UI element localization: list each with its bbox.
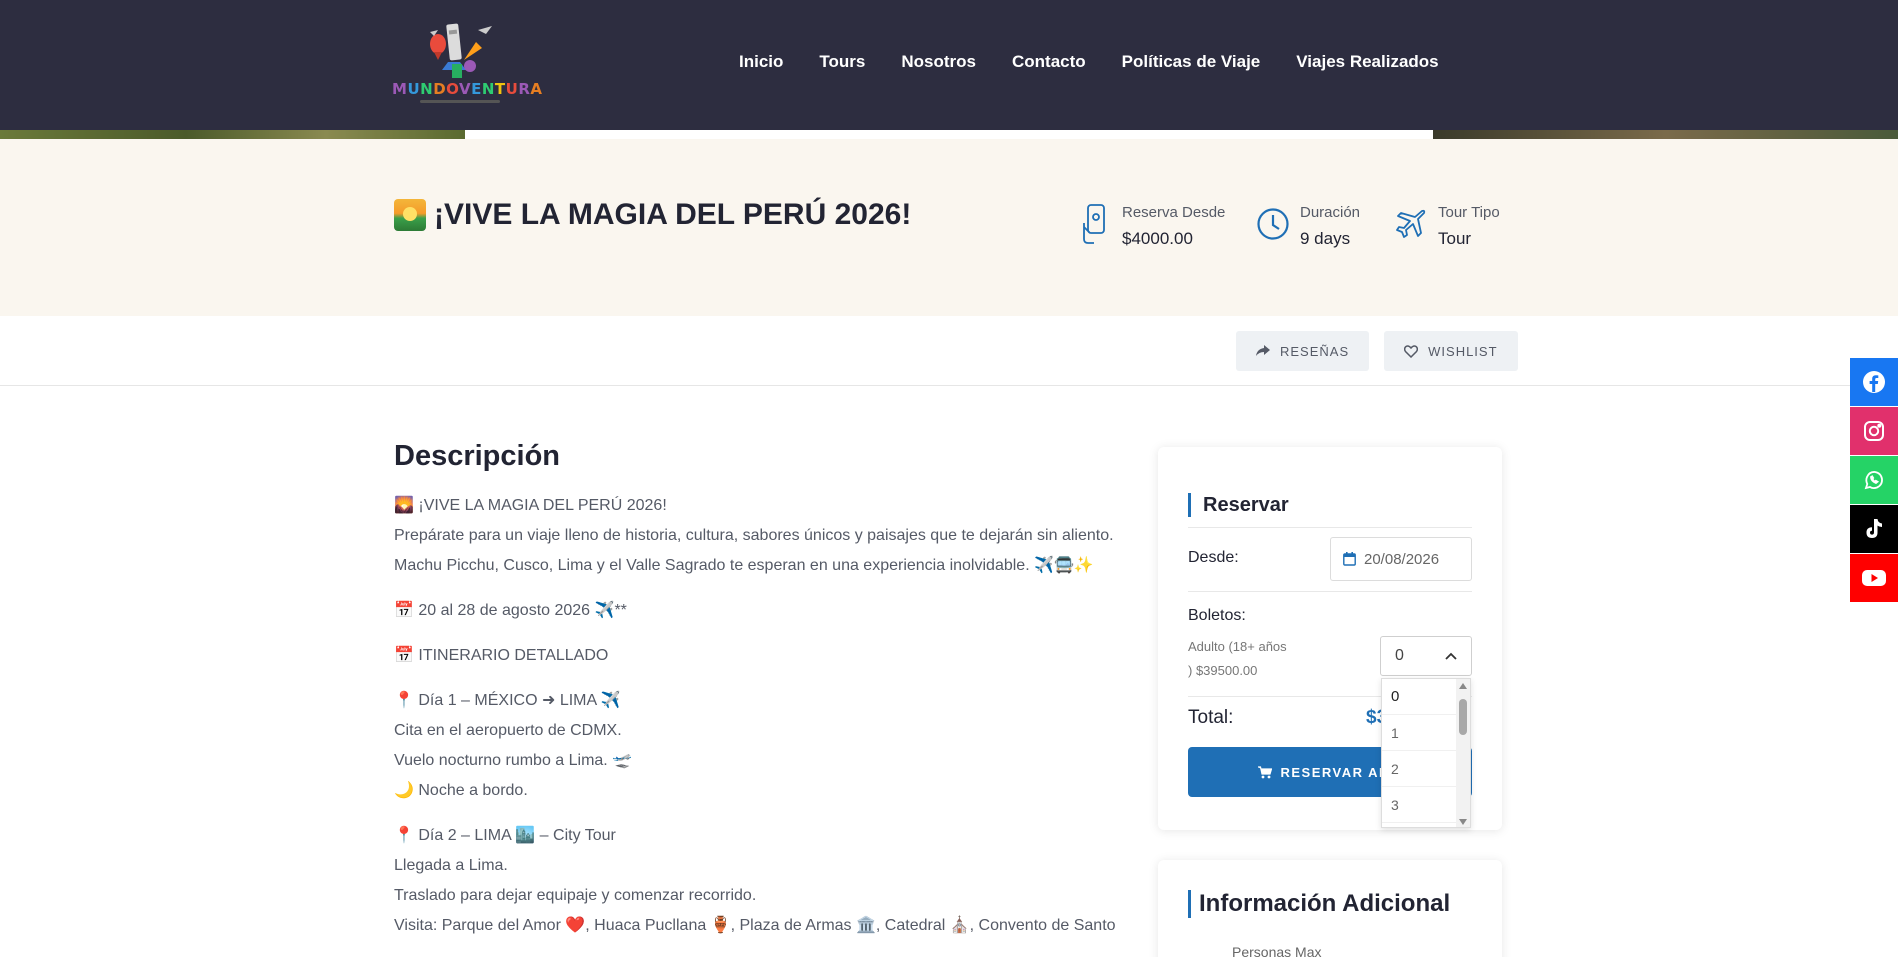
additional-info-title: Información Adicional xyxy=(1188,890,1450,918)
description-line: 📅 ITINERARIO DETALLADO xyxy=(394,647,609,664)
calendar-icon xyxy=(1343,552,1356,566)
nav-inicio[interactable]: Inicio xyxy=(739,52,783,72)
total-label: Total: xyxy=(1188,707,1234,728)
ticket-description: Adulto (18+ años ) $39500.00 xyxy=(1188,635,1318,683)
chevron-up-icon xyxy=(1445,652,1457,660)
site-header: MUNDOVENTURA Inicio Tours Nosotros Conta… xyxy=(0,0,1898,130)
description-heading: Descripción xyxy=(394,440,560,472)
ticket-price: ) $39500.00 xyxy=(1188,663,1258,678)
tiktok-icon xyxy=(1866,519,1882,538)
description-line: 📍 Día 1 – MÉXICO ➜ LIMA ✈️ xyxy=(394,692,621,709)
description-line: Prepárate para un viaje lleno de histori… xyxy=(394,527,1114,544)
meta-label: Reserva Desde xyxy=(1122,204,1226,221)
description-line: Traslado para dejar equipaje y comenzar … xyxy=(394,887,757,904)
nav-contacto[interactable]: Contacto xyxy=(1012,52,1086,72)
ticket-qty-options: 0 1 2 3 xyxy=(1381,678,1471,828)
scroll-thumb[interactable] xyxy=(1459,699,1467,735)
instagram-icon xyxy=(1864,421,1884,441)
meta-price: Reserva Desde $4000.00 xyxy=(1078,204,1225,249)
clock-icon xyxy=(1256,204,1290,244)
tour-title-text: ¡VIVE LA MAGIA DEL PERÚ 2026! xyxy=(434,198,912,231)
booking-title: Reservar xyxy=(1188,493,1289,517)
scroll-up-icon[interactable] xyxy=(1459,683,1467,689)
description-line: 📅 20 al 28 de agosto 2026 ✈️** xyxy=(394,602,627,619)
instagram-link[interactable] xyxy=(1850,407,1898,455)
nav-nosotros[interactable]: Nosotros xyxy=(901,52,976,72)
meta-label: Tour Tipo xyxy=(1438,204,1500,221)
reviews-button-label: RESEÑAS xyxy=(1280,343,1350,359)
heart-icon xyxy=(1404,344,1419,358)
hero-image-strip-left xyxy=(0,130,465,139)
description-line: Cita en el aeropuerto de CDMX. xyxy=(394,722,622,739)
nav-viajes-realizados[interactable]: Viajes Realizados xyxy=(1296,52,1438,72)
description-section: Descripción 🌄 ¡VIVE LA MAGIA DEL PERÚ 20… xyxy=(394,440,1124,941)
meta-label: Duración xyxy=(1300,204,1361,221)
wishlist-button-label: WISHLIST xyxy=(1428,343,1498,359)
meta-tour-type: Tour Tipo Tour xyxy=(1394,204,1500,249)
logo-icon xyxy=(430,23,492,78)
description-line: Vuelo nocturno rumbo a Lima. 🛫 xyxy=(394,752,633,769)
tour-hero-band xyxy=(0,139,1898,316)
main-nav: Inicio Tours Nosotros Contacto Políticas… xyxy=(739,52,1475,72)
description-line: Llegada a Lima. xyxy=(394,857,508,874)
card-divider xyxy=(1188,527,1472,528)
ticket-type: Adulto (18+ años xyxy=(1188,639,1287,654)
sunrise-icon xyxy=(394,199,426,231)
tiktok-link[interactable] xyxy=(1850,505,1898,553)
meta-duration: Duración 9 days xyxy=(1256,204,1360,249)
section-divider xyxy=(0,385,1898,386)
youtube-icon xyxy=(1862,570,1886,586)
tour-actions: RESEÑAS WISHLIST xyxy=(1236,331,1518,371)
wishlist-button[interactable]: WISHLIST xyxy=(1384,331,1518,371)
nav-tours[interactable]: Tours xyxy=(819,52,865,72)
card-divider xyxy=(1188,591,1472,592)
additional-info-item: Personas Max xyxy=(1232,944,1322,957)
scroll-down-icon[interactable] xyxy=(1459,819,1467,825)
facebook-link[interactable] xyxy=(1850,358,1898,406)
additional-info-card: Información Adicional Personas Max xyxy=(1158,860,1502,957)
facebook-icon xyxy=(1863,371,1885,393)
description-line: 🌙 Noche a bordo. xyxy=(394,782,528,799)
site-logo[interactable]: MUNDOVENTURA xyxy=(392,20,542,108)
whatsapp-icon xyxy=(1864,471,1883,490)
dropdown-scrollbar[interactable] xyxy=(1456,679,1470,827)
hero-image-strip-right xyxy=(1433,130,1898,139)
meta-value: Tour xyxy=(1438,229,1472,248)
date-value: 20/08/2026 xyxy=(1364,550,1440,568)
description-line: Visita: Parque del Amor ❤️, Huaca Puclla… xyxy=(394,917,1116,934)
from-label: Desde: xyxy=(1188,549,1239,566)
whatsapp-link[interactable] xyxy=(1850,456,1898,504)
phone-hand-icon xyxy=(1078,204,1112,244)
logo-tagline xyxy=(420,100,500,103)
tickets-label: Boletos: xyxy=(1188,607,1246,624)
ticket-qty-value: 0 xyxy=(1395,647,1404,664)
description-line: Machu Picchu, Cusco, Lima y el Valle Sag… xyxy=(394,557,1094,574)
logo-wordmark: MUNDOVENTURA xyxy=(392,80,543,98)
cart-icon xyxy=(1258,765,1273,778)
meta-value: $4000.00 xyxy=(1122,229,1193,248)
nav-politicas[interactable]: Políticas de Viaje xyxy=(1122,52,1261,72)
hero-image-strip-mid xyxy=(465,130,1433,139)
share-icon xyxy=(1256,345,1270,356)
youtube-link[interactable] xyxy=(1850,554,1898,602)
plane-icon xyxy=(1394,204,1428,244)
date-field[interactable]: 20/08/2026 xyxy=(1330,537,1472,581)
reviews-button[interactable]: RESEÑAS xyxy=(1236,331,1370,371)
ticket-qty-select[interactable]: 0 xyxy=(1380,636,1472,676)
meta-value: 9 days xyxy=(1300,229,1351,248)
description-line: 📍 Día 2 – LIMA 🏙️ – City Tour xyxy=(394,827,616,844)
description-line: 🌄 ¡VIVE LA MAGIA DEL PERÚ 2026! xyxy=(394,497,667,514)
tour-title: ¡VIVE LA MAGIA DEL PERÚ 2026! xyxy=(394,198,911,232)
